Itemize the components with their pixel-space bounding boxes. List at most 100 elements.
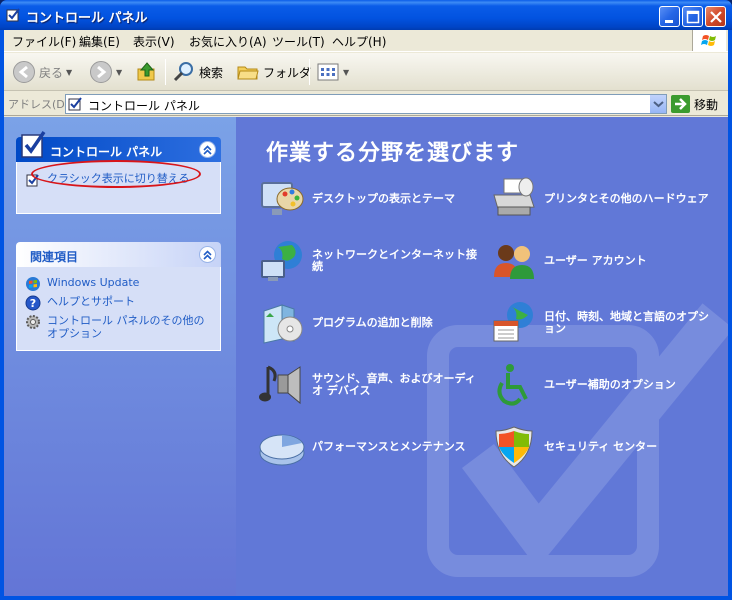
menu-file[interactable]: ファイル(F)	[12, 33, 76, 50]
forward-arrow-icon	[90, 61, 112, 83]
page-heading: 作業する分野を選びます	[266, 141, 520, 166]
window-body: ファイル(F) 編集(E) 表示(V) お気に入り(A) ツール(T) ヘルプ(…	[4, 30, 728, 596]
related-topics-header[interactable]: 関連項目	[16, 242, 221, 267]
task-pane: コントロール パネル クラシック表示に切り替える 関連項目 Windows Up…	[4, 117, 236, 596]
title-bar[interactable]: コントロール パネル	[0, 0, 732, 30]
category-accessibility[interactable]: ユーザー補助のオプション	[490, 361, 709, 409]
category-sound-audio[interactable]: サウンド、音声、およびオーディオ デバイス	[258, 361, 477, 409]
go-arrow-icon	[671, 95, 690, 113]
collapse-button[interactable]	[199, 246, 216, 263]
category-label: パフォーマンスとメンテナンス	[312, 440, 466, 453]
category-label: プリンタとその他のハードウェア	[544, 192, 709, 205]
collapse-button[interactable]	[199, 141, 216, 158]
menu-view[interactable]: 表示(V)	[133, 33, 175, 50]
menu-bar: ファイル(F) 編集(E) 表示(V) お気に入り(A) ツール(T) ヘルプ(…	[4, 30, 728, 52]
chevron-up-icon	[203, 250, 212, 260]
accessibility-icon	[497, 364, 528, 406]
category-add-remove-programs[interactable]: プログラムの追加と削除	[258, 299, 477, 347]
back-dropdown-icon[interactable]: ▼	[66, 68, 72, 77]
back-label: 戻る	[39, 65, 64, 80]
up-folder-button[interactable]	[135, 60, 159, 84]
windows-update-link[interactable]: Windows Update	[25, 276, 212, 292]
category-label: 日付、時刻、地域と言語のオプション	[544, 310, 709, 335]
windows-update-icon	[26, 277, 40, 291]
go-label: 移動	[694, 97, 719, 112]
chevron-down-icon	[653, 101, 664, 108]
category-security-center[interactable]: セキュリティ センター	[490, 423, 709, 471]
window: コントロール パネル ファイル(F) 編集(E) 表示(V) お気に入り(A) …	[0, 0, 732, 600]
control-panel-icon	[6, 8, 20, 22]
sound-icon	[259, 365, 301, 405]
toolbar-separator	[165, 59, 166, 85]
chevron-up-icon	[203, 145, 212, 155]
minimize-button[interactable]	[659, 6, 680, 27]
search-button[interactable]: 検索	[172, 60, 223, 84]
menu-help[interactable]: ヘルプ(H)	[332, 33, 386, 50]
address-dropdown-button[interactable]	[649, 95, 666, 113]
category-label: ネットワークとインターネット接続	[312, 248, 477, 273]
toolbar-separator	[309, 59, 310, 85]
folders-button[interactable]: フォルダ	[236, 60, 311, 84]
help-support-label: ヘルプとサポート	[47, 295, 135, 308]
related-topics-section: 関連項目 Windows Update ? ヘルプとサポート コントロール パネ…	[16, 242, 221, 351]
address-label: アドレス(D)	[8, 98, 70, 111]
windows-flag-logo	[692, 30, 726, 51]
back-arrow-icon	[13, 61, 35, 83]
close-button[interactable]	[705, 6, 726, 27]
category-label: プログラムの追加と削除	[312, 316, 433, 329]
up-folder-icon	[137, 62, 155, 81]
category-desktop-themes[interactable]: デスクトップの表示とテーマ	[258, 175, 477, 223]
category-user-accounts[interactable]: ユーザー アカウント	[490, 237, 709, 285]
folder-icon	[237, 66, 259, 80]
printer-icon	[493, 177, 535, 216]
maximize-button[interactable]	[682, 6, 703, 27]
views-button[interactable]: ▼	[316, 60, 349, 84]
related-topics-body: Windows Update ? ヘルプとサポート コントロール パネルのその他…	[16, 267, 221, 351]
address-bar: アドレス(D) コントロール パネル 移動	[4, 92, 728, 116]
menu-tools[interactable]: ツール(T)	[272, 33, 325, 50]
control-panel-section: コントロール パネル クラシック表示に切り替える	[16, 131, 221, 214]
back-button[interactable]: 戻る ▼	[12, 60, 72, 84]
category-printers-hardware[interactable]: プリンタとその他のハードウェア	[490, 175, 709, 223]
minimize-icon	[665, 20, 673, 23]
svg-text:?: ?	[30, 297, 36, 310]
control-panel-section-header[interactable]: コントロール パネル	[16, 131, 221, 162]
security-center-icon	[495, 426, 533, 468]
performance-icon	[259, 434, 305, 466]
menu-edit[interactable]: 編集(E)	[79, 33, 120, 50]
search-label: 検索	[199, 65, 224, 80]
windows-update-label: Windows Update	[47, 276, 140, 289]
address-input[interactable]: コントロール パネル	[65, 94, 667, 114]
address-value: コントロール パネル	[88, 99, 200, 113]
category-view: 作業する分野を選びます デスクトップの表示とテーマ プリンタとその他のハードウェ…	[236, 117, 728, 596]
views-dropdown-icon[interactable]: ▼	[343, 68, 349, 77]
highlight-oval	[31, 160, 201, 188]
date-time-region-icon	[493, 302, 533, 342]
go-button[interactable]: 移動	[671, 94, 718, 114]
content-area: コントロール パネル クラシック表示に切り替える 関連項目 Windows Up…	[4, 117, 728, 596]
control-panel-section-body: クラシック表示に切り替える	[16, 160, 221, 214]
category-label: サウンド、音声、およびオーディオ デバイス	[312, 372, 476, 397]
forward-button[interactable]: ▼	[89, 60, 122, 84]
category-label: セキュリティ センター	[544, 440, 658, 453]
category-date-time-region[interactable]: 日付、時刻、地域と言語のオプション	[490, 299, 709, 347]
folders-label: フォルダ	[263, 65, 312, 80]
desktop-theme-icon	[261, 182, 304, 215]
toolbar: 戻る ▼ ▼ 検索 フォルダ ▼	[4, 53, 728, 91]
category-label: ユーザー アカウント	[544, 254, 647, 267]
gear-icon	[26, 315, 40, 329]
help-icon: ?	[25, 295, 41, 311]
forward-dropdown-icon[interactable]: ▼	[116, 68, 122, 77]
other-options-link[interactable]: コントロール パネルのその他のオプション	[25, 314, 212, 340]
search-icon	[173, 62, 193, 82]
add-remove-programs-icon	[263, 304, 303, 344]
control-panel-section-title: コントロール パネル	[50, 145, 163, 159]
menu-favorites[interactable]: お気に入り(A)	[189, 33, 267, 50]
control-panel-icon	[68, 97, 82, 111]
category-performance-maintenance[interactable]: パフォーマンスとメンテナンス	[258, 423, 477, 471]
help-support-link[interactable]: ? ヘルプとサポート	[25, 295, 212, 311]
network-icon	[261, 241, 302, 281]
close-icon	[710, 11, 722, 23]
category-network-internet[interactable]: ネットワークとインターネット接続	[258, 237, 477, 285]
category-label: ユーザー補助のオプション	[544, 378, 676, 391]
